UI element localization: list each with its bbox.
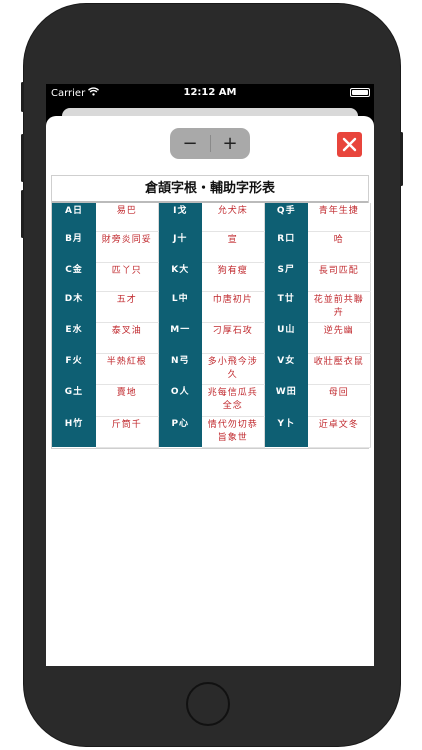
- radical-key: N弓: [158, 353, 202, 384]
- example-glyphs: 花並前共聯卉: [308, 291, 371, 323]
- table-row: D木 五才 L中 巾唐初片 T廿 花並前共聯卉: [52, 291, 371, 323]
- example-glyphs: 五才: [96, 291, 159, 323]
- example-glyphs: 賣地: [96, 384, 159, 417]
- radical-key: A日: [52, 203, 96, 231]
- radical-key: H竹: [52, 416, 96, 447]
- example-glyphs: 近卓文冬: [308, 416, 371, 448]
- radical-key: F火: [52, 353, 96, 384]
- example-glyphs: 易巴: [96, 203, 159, 232]
- radical-key: Q手: [264, 203, 308, 231]
- example-glyphs: 匹丫只: [96, 262, 159, 292]
- example-glyphs: 狗有瘦: [202, 262, 265, 292]
- example-glyphs: 收壯壓衣鼠: [308, 353, 371, 385]
- table-row: A日 易巴 I戈 允犬床 Q手 青年生捷: [52, 203, 371, 232]
- mute-switch: [21, 82, 24, 112]
- stepper-divider: [210, 135, 211, 152]
- example-glyphs: 半熱紅根: [96, 353, 159, 385]
- zoom-out-button[interactable]: −: [170, 128, 210, 159]
- radical-key: G土: [52, 384, 96, 416]
- radical-key: K大: [158, 262, 202, 291]
- home-button[interactable]: [186, 682, 230, 726]
- example-glyphs: 宣: [202, 231, 265, 263]
- power-button: [400, 132, 403, 186]
- status-bar: Carrier 12:12 AM: [46, 84, 374, 102]
- radical-key: B月: [52, 231, 96, 262]
- battery-icon: [350, 88, 370, 97]
- radical-key: E水: [52, 322, 96, 353]
- zoom-stepper[interactable]: − +: [170, 128, 250, 159]
- example-glyphs: 多小飛今涉久: [202, 353, 265, 385]
- example-glyphs: 巾唐初片: [202, 291, 265, 323]
- radical-key: L中: [158, 291, 202, 322]
- radical-key: W田: [264, 384, 308, 416]
- radical-key: M一: [158, 322, 202, 353]
- radical-key: C金: [52, 262, 96, 291]
- modal-sheet: − + 倉頡字根・輔助字形表 A日 易巴 I戈 允犬床 Q手 青年生捷 B月 財旁炎同妥 J十宣…: [46, 116, 374, 666]
- radical-key: I戈: [158, 203, 202, 231]
- example-glyphs: 刁厚石攻: [202, 322, 265, 354]
- close-button[interactable]: [337, 132, 362, 157]
- table-row: H竹 斤筒千 P心 情代勿切恭旨象世 Y卜 近卓文冬: [52, 416, 371, 448]
- radical-table: 倉頡字根・輔助字形表 A日 易巴 I戈 允犬床 Q手 青年生捷 B月 財旁炎同妥 J十宣 R口哈 C…: [51, 175, 371, 449]
- radical-key: D木: [52, 291, 96, 322]
- example-glyphs: 青年生捷: [308, 203, 371, 232]
- radical-key: R口: [264, 231, 308, 262]
- radical-key: S尸: [264, 262, 308, 291]
- radical-key: T廿: [264, 291, 308, 322]
- example-glyphs: 財旁炎同妥: [96, 231, 159, 263]
- status-time: 12:12 AM: [183, 87, 237, 98]
- example-glyphs: 兆每信瓜兵全念: [202, 384, 265, 417]
- radical-key: V女: [264, 353, 308, 384]
- radical-key: U山: [264, 322, 308, 353]
- example-glyphs: 泰叉油: [96, 322, 159, 354]
- volume-up-button: [21, 134, 24, 182]
- table-row: F火 半熱紅根 N弓 多小飛今涉久 V女 收壯壓衣鼠: [52, 353, 371, 385]
- table-row: B月 財旁炎同妥 J十宣 R口哈: [52, 231, 371, 263]
- radical-key: J十: [158, 231, 202, 262]
- example-glyphs: 逆先幽: [308, 322, 371, 354]
- table-row: G土 賣地 O人 兆每信瓜兵全念 W田 母回: [52, 384, 371, 417]
- example-glyphs: 允犬床: [202, 203, 265, 232]
- radical-key: P心: [158, 416, 202, 447]
- close-icon: [342, 137, 357, 152]
- table-row: C金 匹丫只 K大 狗有瘦 S尸 長司匹配: [52, 262, 371, 292]
- table-row: E水 泰叉油 M一 刁厚石攻 U山 逆先幽: [52, 322, 371, 354]
- radical-key: Y卜: [264, 416, 308, 447]
- table-title: 倉頡字根・輔助字形表: [52, 176, 368, 203]
- radical-grid: A日 易巴 I戈 允犬床 Q手 青年生捷 B月 財旁炎同妥 J十宣 R口哈 C金 匹丫只 K大 狗有瘦 S尸…: [52, 203, 371, 448]
- example-glyphs: 長司匹配: [308, 262, 371, 292]
- screen: Carrier 12:12 AM − + 倉頡字根・輔助字形表 A日 易巴 I戈…: [46, 84, 374, 666]
- example-glyphs: 哈: [308, 231, 371, 263]
- volume-down-button: [21, 190, 24, 238]
- example-glyphs: 斤筒千: [96, 416, 159, 448]
- example-glyphs: 母回: [308, 384, 371, 417]
- example-glyphs: 情代勿切恭旨象世: [202, 416, 265, 448]
- radical-key: O人: [158, 384, 202, 416]
- zoom-in-button[interactable]: +: [210, 128, 250, 159]
